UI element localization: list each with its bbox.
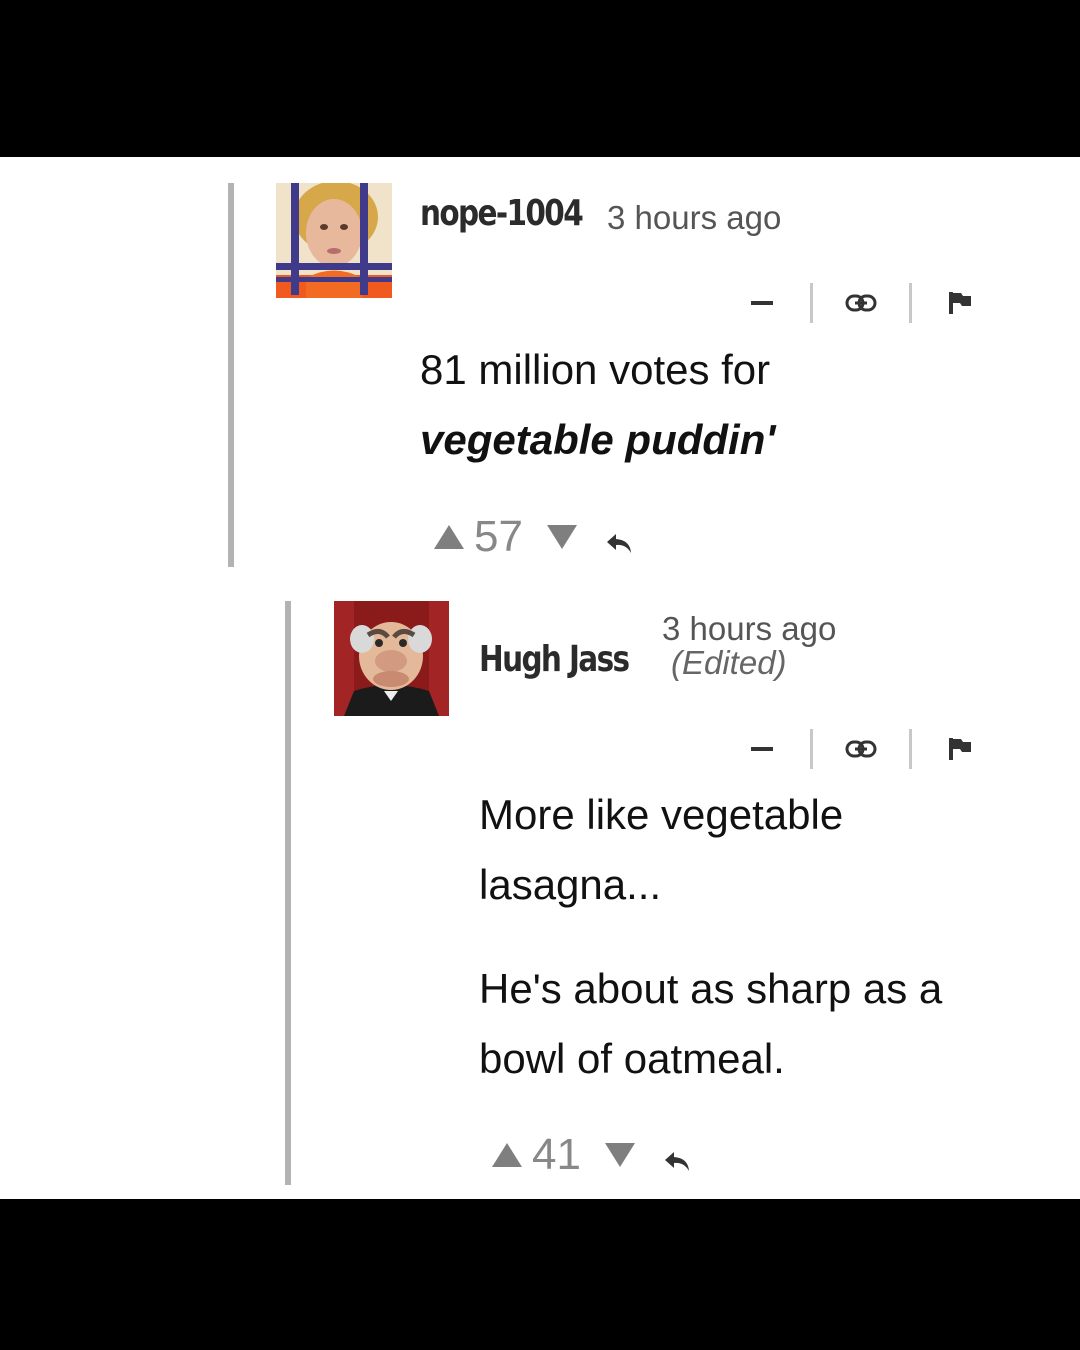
- action-divider: [810, 729, 813, 769]
- upvote-button[interactable]: [490, 1141, 524, 1169]
- comment-text: 81 million votes for: [420, 346, 771, 393]
- flag-button[interactable]: [938, 727, 982, 771]
- vote-count: 57: [474, 512, 523, 561]
- downvote-button[interactable]: [603, 1141, 637, 1169]
- comment-paragraph: More like vegetable lasagna...: [479, 791, 844, 908]
- user-avatar-icon: [334, 601, 449, 716]
- thread-line-1: [228, 183, 234, 567]
- downvote-button[interactable]: [545, 523, 579, 551]
- comment-actions: [740, 281, 982, 325]
- comment-body: More like vegetable lasagna... He's abou…: [479, 780, 1019, 1094]
- comment-body: 81 million votes for vegetable puddin': [420, 335, 1040, 475]
- comment-timestamp[interactable]: 3 hours ago: [607, 199, 781, 237]
- reply-arrow-icon: [664, 1152, 689, 1171]
- triangle-down-icon: [546, 525, 577, 549]
- flag-button[interactable]: [938, 281, 982, 325]
- avatar-nope-1004[interactable]: [276, 183, 392, 298]
- comment-thread: nope-1004 3 hours ago 81 million votes f…: [0, 157, 1080, 1199]
- triangle-up-icon: [434, 525, 464, 549]
- reply-button[interactable]: [663, 1149, 691, 1173]
- thread-line-2: [285, 601, 291, 1185]
- triangle-up-icon: [492, 1143, 522, 1167]
- vote-count: 41: [532, 1130, 581, 1179]
- action-divider: [909, 283, 912, 323]
- upvote-button[interactable]: [432, 523, 466, 551]
- minus-icon: [751, 747, 773, 751]
- action-divider: [909, 729, 912, 769]
- comment-actions: [740, 727, 982, 771]
- comment-username[interactable]: nope-1004: [420, 193, 584, 234]
- avatar-hugh-jass[interactable]: [334, 601, 449, 716]
- link-icon: [845, 294, 877, 312]
- flag-icon: [949, 292, 971, 314]
- minus-icon: [751, 301, 773, 305]
- flag-icon: [949, 738, 971, 760]
- vote-controls: 57: [432, 512, 633, 562]
- edited-label: (Edited): [671, 644, 787, 681]
- triangle-down-icon: [604, 1143, 635, 1167]
- collapse-button[interactable]: [740, 281, 784, 325]
- permalink-button[interactable]: [839, 727, 883, 771]
- comment-username[interactable]: Hugh Jass: [479, 639, 630, 680]
- vote-controls: 41: [490, 1130, 691, 1180]
- permalink-button[interactable]: [839, 281, 883, 325]
- action-divider: [810, 283, 813, 323]
- comment-timestamp[interactable]: 3 hours ago: [662, 610, 836, 648]
- reply-button[interactable]: [605, 531, 633, 555]
- screenshot-frame: nope-1004 3 hours ago 81 million votes f…: [0, 0, 1080, 1350]
- reply-arrow-icon: [606, 534, 631, 553]
- comment-paragraph: He's about as sharp as a bowl of oatmeal…: [479, 965, 943, 1082]
- link-icon: [845, 740, 877, 758]
- collapse-button[interactable]: [740, 727, 784, 771]
- user-avatar-icon: [276, 183, 392, 298]
- comment-text-emphasis: vegetable puddin': [420, 416, 776, 463]
